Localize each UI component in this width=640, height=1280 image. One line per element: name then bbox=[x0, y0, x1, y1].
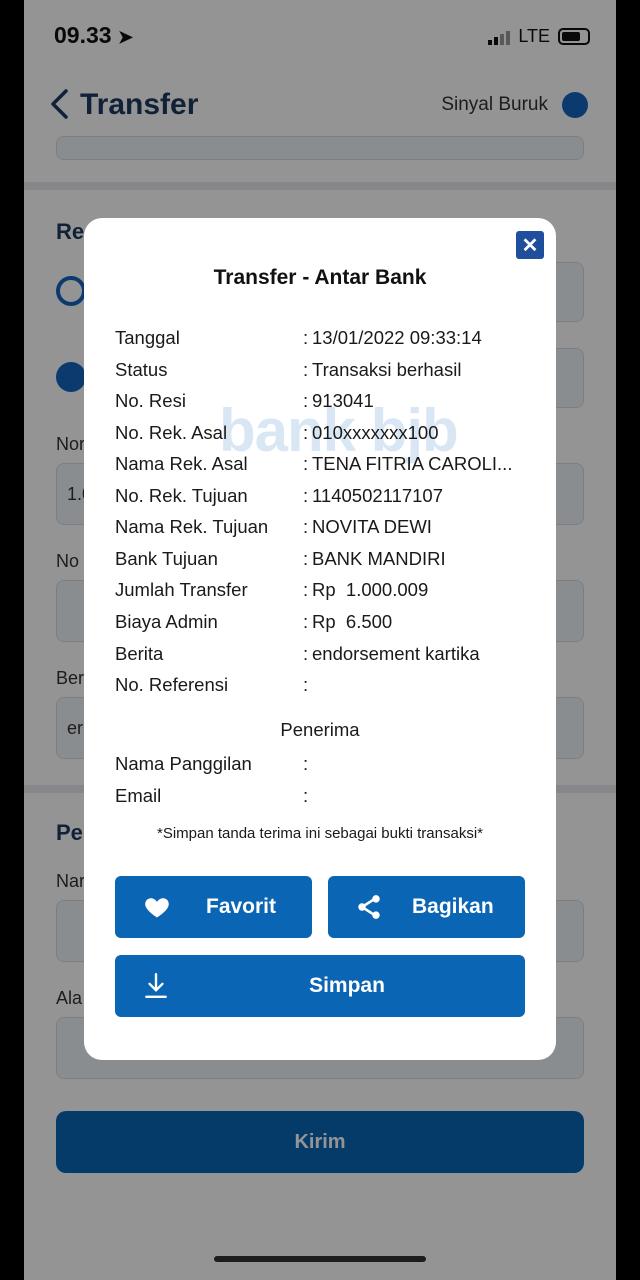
row-key: Nama Rek. Asal bbox=[115, 453, 248, 474]
row-key: No. Rek. Tujuan bbox=[115, 485, 248, 506]
row-key: Jumlah Transfer bbox=[115, 579, 248, 600]
row-separator: : bbox=[303, 422, 309, 443]
row-key: Berita bbox=[115, 643, 164, 664]
row-key: No. Resi bbox=[115, 390, 186, 411]
row-separator: : bbox=[303, 548, 309, 569]
row-value: 010xxxxxxx100 bbox=[312, 422, 439, 443]
row-separator: : bbox=[303, 579, 309, 600]
favorit-button[interactable]: Favorit bbox=[115, 876, 312, 938]
row-key: No. Rek. Asal bbox=[115, 422, 228, 443]
row-separator: : bbox=[303, 390, 309, 411]
row-separator: : bbox=[303, 643, 309, 664]
row-value: Transaksi berhasil bbox=[312, 359, 462, 380]
row-value: endorsement kartika bbox=[312, 643, 480, 664]
close-button[interactable]: ✕ bbox=[516, 231, 544, 259]
transfer-receipt-dialog: ✕ Transfer - Antar Bank bank bjb Tanggal… bbox=[84, 218, 556, 1060]
row-separator: : bbox=[303, 485, 309, 506]
row-value: 1140502117107 bbox=[312, 485, 444, 506]
row-separator: : bbox=[303, 516, 309, 537]
dialog-title: Transfer - Antar Bank bbox=[213, 266, 427, 289]
row-separator: : bbox=[303, 674, 309, 695]
bagikan-button-label: Bagikan bbox=[412, 895, 494, 918]
row-key: Status bbox=[115, 359, 168, 380]
share-icon bbox=[358, 895, 380, 919]
heart-icon bbox=[145, 898, 169, 918]
close-icon: ✕ bbox=[521, 234, 539, 257]
row-value: Rp 6.500 bbox=[312, 611, 393, 632]
row-separator: : bbox=[303, 785, 309, 806]
penerima-heading: Penerima bbox=[280, 719, 360, 740]
row-separator: : bbox=[303, 327, 309, 348]
receipt-note: *Simpan tanda terima ini sebagai bukti t… bbox=[156, 825, 483, 842]
row-separator: : bbox=[303, 453, 309, 474]
row-key: Nama Panggilan bbox=[115, 753, 252, 774]
app-screen: 09.33 ➤ LTE Transfer Sinyal Buruk Re Nor… bbox=[24, 0, 616, 1280]
bagikan-button[interactable]: Bagikan bbox=[328, 876, 525, 938]
row-key: Tanggal bbox=[115, 327, 180, 348]
simpan-button-label: Simpan bbox=[309, 974, 385, 997]
row-value: 913041 bbox=[312, 390, 374, 411]
row-key: Email bbox=[115, 785, 162, 806]
row-key: No. Referensi bbox=[115, 674, 229, 695]
row-key: Nama Rek. Tujuan bbox=[115, 516, 269, 537]
row-value: NOVITA DEWI bbox=[312, 516, 432, 537]
simpan-button[interactable]: Simpan bbox=[115, 955, 525, 1017]
row-key: Biaya Admin bbox=[115, 611, 218, 632]
row-value: 13/01/2022 09:33:14 bbox=[312, 327, 482, 348]
row-separator: : bbox=[303, 611, 309, 632]
row-key: Bank Tujuan bbox=[115, 548, 218, 569]
row-value: Rp 1.000.009 bbox=[312, 579, 429, 600]
row-separator: : bbox=[303, 753, 309, 774]
row-separator: : bbox=[303, 359, 309, 380]
row-value: TENA FITRIA CAROLI... bbox=[312, 453, 513, 474]
favorit-button-label: Favorit bbox=[206, 895, 277, 918]
row-value: BANK MANDIRI bbox=[312, 548, 446, 569]
